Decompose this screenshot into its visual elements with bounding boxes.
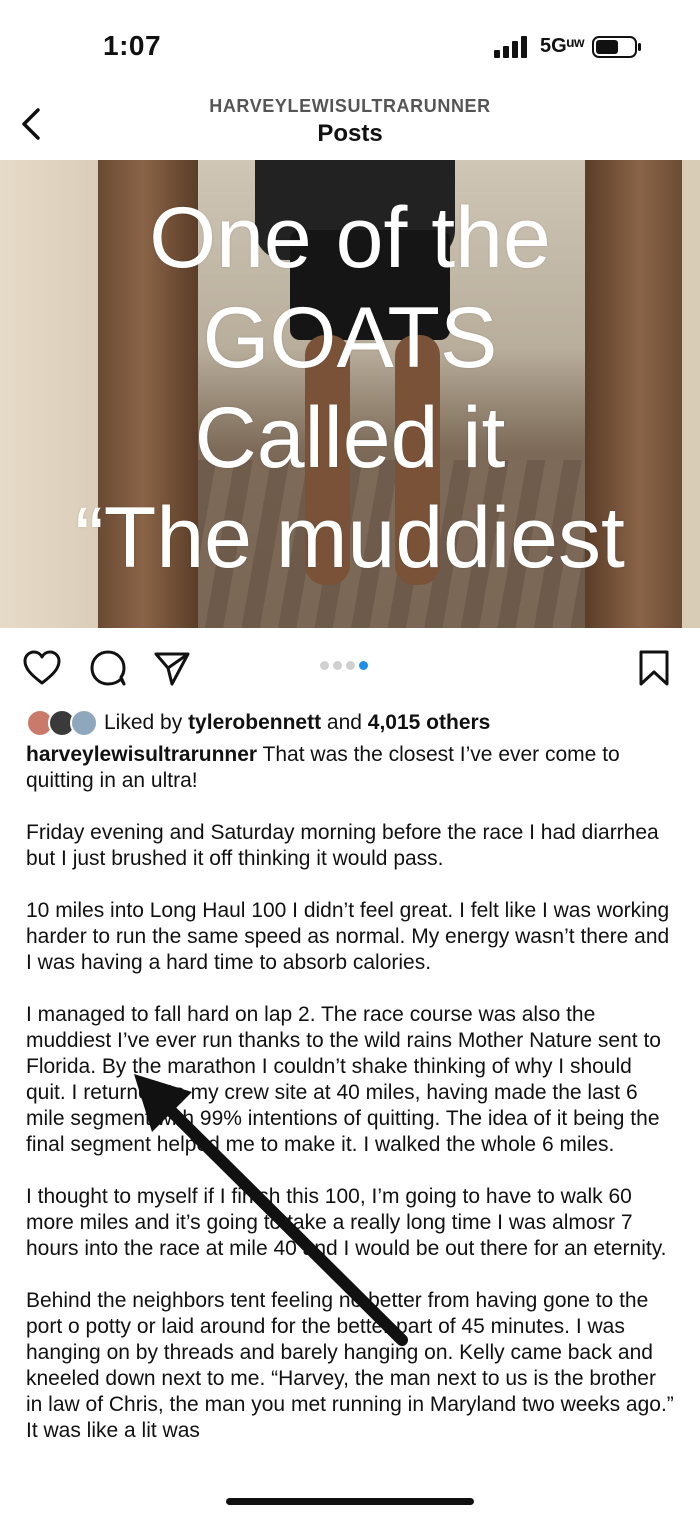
caption-paragraph: I thought to myself if I finish this 100… xyxy=(26,1185,667,1260)
likes-prefix: Liked by xyxy=(104,711,189,734)
action-bar xyxy=(0,636,700,700)
comment-icon[interactable] xyxy=(88,648,128,688)
share-icon[interactable] xyxy=(152,648,192,688)
caption-paragraph: Friday evening and Saturday morning befo… xyxy=(26,821,659,870)
bookmark-icon[interactable] xyxy=(634,648,674,688)
heart-icon[interactable] xyxy=(22,648,62,688)
post-header: HARVEYLEWISULTRARUNNER Posts xyxy=(0,90,700,160)
home-indicator[interactable] xyxy=(226,1498,474,1505)
status-bar: 1:07 5Gᵘʷ xyxy=(0,0,700,90)
avatar xyxy=(70,709,98,737)
liker-avatars xyxy=(26,709,100,737)
image-overlay-text: One of the GOATS Called it “The muddiest xyxy=(0,188,700,588)
caption-paragraph: harveylewisultrarunner That was the clos… xyxy=(26,742,676,794)
carousel-dot xyxy=(333,661,342,670)
post-image[interactable]: One of the GOATS Called it “The muddiest xyxy=(0,160,700,628)
caption-paragraph: 10 miles into Long Haul 100 I didn’t fee… xyxy=(26,899,670,974)
likes-text: Liked by tylerobennett and 4,015 others xyxy=(104,711,490,735)
post-caption: harveylewisultrarunner That was the clos… xyxy=(26,742,676,1470)
carousel-indicator xyxy=(320,661,368,671)
caption-paragraph: Behind the neighbors tent feeling no bet… xyxy=(26,1289,674,1442)
overlay-line: “The muddiest xyxy=(75,490,625,586)
overlay-line: GOATS xyxy=(202,290,498,386)
liker-username[interactable]: tylerobennett xyxy=(188,711,321,734)
battery-icon xyxy=(592,36,641,58)
carousel-dot xyxy=(320,661,329,670)
overlay-line: Called it xyxy=(194,390,506,486)
carousel-dot xyxy=(346,661,355,670)
likes-row[interactable]: Liked by tylerobennett and 4,015 others xyxy=(26,709,686,739)
likes-others[interactable]: 4,015 others xyxy=(368,711,491,734)
caption-paragraph: I managed to fall hard on lap 2. The rac… xyxy=(26,1003,661,1156)
account-name[interactable]: HARVEYLEWISULTRARUNNER xyxy=(0,96,700,117)
caption-username[interactable]: harveylewisultrarunner xyxy=(26,743,257,766)
network-label: 5Gᵘʷ xyxy=(540,35,585,57)
likes-middle: and xyxy=(321,711,368,734)
carousel-dot-active xyxy=(359,661,368,670)
status-time: 1:07 xyxy=(103,30,162,61)
signal-icon xyxy=(494,36,527,58)
overlay-line: One of the xyxy=(149,190,551,286)
page-title: Posts xyxy=(317,120,383,147)
